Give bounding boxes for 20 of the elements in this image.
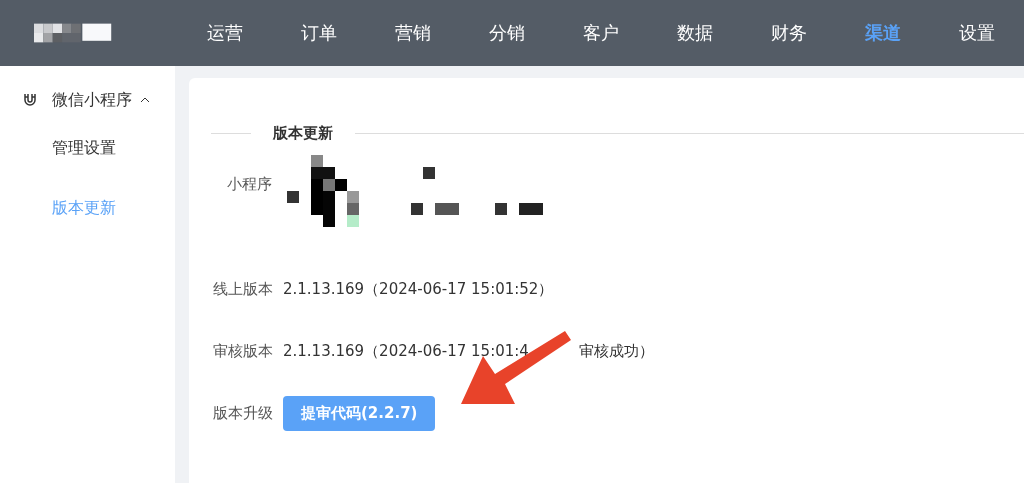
field-label: 线上版本 — [213, 279, 271, 299]
sidebar-group-header[interactable]: 微信小程序 — [0, 66, 175, 118]
field-label: 版本升级 — [213, 403, 271, 423]
chevron-icon — [140, 96, 150, 104]
nav-tab[interactable]: 运营 — [178, 21, 272, 45]
nav-tab[interactable]: 财务 — [742, 21, 836, 45]
sidebar-item[interactable]: 管理设置 — [0, 118, 175, 178]
field-value: 2.1.13.169（2024-06-17 15:01:52） — [283, 279, 554, 299]
field-value: 审核成功） — [578, 341, 654, 361]
nav-tab[interactable]: 设置 — [930, 21, 1024, 45]
field-value: 2.1.13.169（2024-06-17 15:01:4 — [283, 341, 529, 361]
nav-tab[interactable]: 营销 — [366, 21, 460, 45]
section-title: 版本更新 — [273, 124, 333, 143]
nav-tab[interactable]: 客户 — [554, 21, 648, 45]
magnet-icon — [22, 92, 38, 108]
field-label: 审核版本 — [213, 341, 271, 361]
nav-tab[interactable]: 订单 — [272, 21, 366, 45]
nav-tab[interactable]: 数据 — [648, 21, 742, 45]
field-label: 小程序 — [227, 175, 273, 194]
nav-tab[interactable]: 分销 — [460, 21, 554, 45]
